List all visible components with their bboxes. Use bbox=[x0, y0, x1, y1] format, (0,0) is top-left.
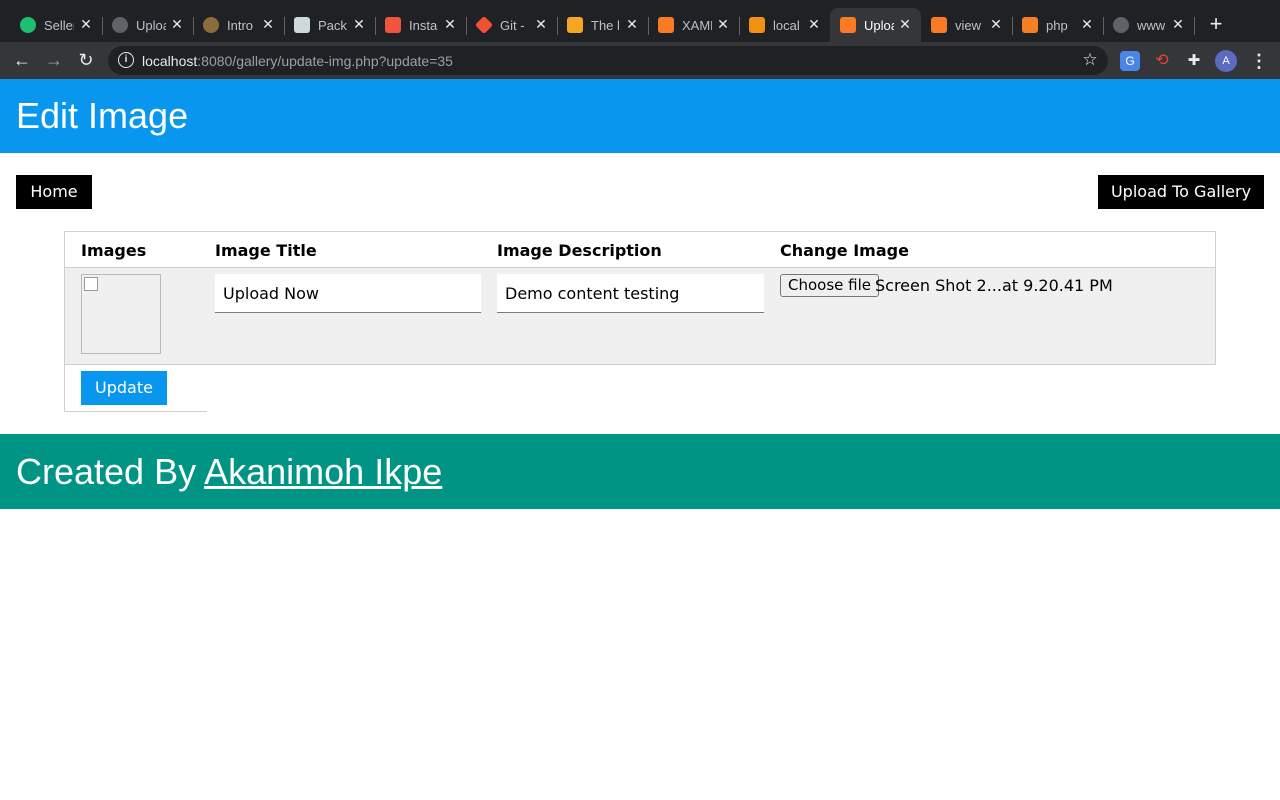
reload-icon[interactable]: ↻ bbox=[76, 50, 96, 70]
browser-tab[interactable]: The l ✕ bbox=[557, 8, 649, 42]
close-icon[interactable]: ✕ bbox=[1170, 16, 1186, 32]
browser-tab[interactable]: www ✕ bbox=[1103, 8, 1195, 42]
broken-image-icon bbox=[84, 277, 98, 291]
tab-divider bbox=[1194, 17, 1195, 35]
image-title-input[interactable]: Upload Now bbox=[215, 274, 481, 313]
close-icon[interactable]: ✕ bbox=[260, 16, 276, 32]
choose-file-button[interactable]: Choose file bbox=[780, 274, 879, 297]
header-image-title: Image Title bbox=[215, 241, 317, 260]
browser-tab-strip: Seller ✕ Uploa ✕ Intro ✕ Pack ✕ Insta ✕ … bbox=[0, 0, 1280, 42]
browser-tab[interactable]: php ✕ bbox=[1012, 8, 1104, 42]
tab-title: www bbox=[1137, 17, 1166, 33]
close-icon[interactable]: ✕ bbox=[169, 16, 185, 32]
fiverr-icon bbox=[20, 17, 36, 33]
browser-tab[interactable]: Intro ✕ bbox=[193, 8, 285, 42]
xampp-icon bbox=[840, 17, 856, 33]
xampp-icon bbox=[658, 17, 674, 33]
bookmark-star-icon[interactable]: ☆ bbox=[1080, 50, 1100, 70]
close-icon[interactable]: ✕ bbox=[988, 16, 1004, 32]
tab-title: php bbox=[1046, 17, 1068, 33]
stackoverflow-icon bbox=[1022, 17, 1038, 33]
url-host: localhost bbox=[142, 53, 198, 69]
browser-tab[interactable]: Pack ✕ bbox=[284, 8, 376, 42]
address-url: localhost:8080/gallery/update-img.php?up… bbox=[142, 53, 453, 69]
update-cell: Update bbox=[64, 365, 207, 412]
browser-tab[interactable]: Seller ✕ bbox=[10, 8, 103, 42]
close-icon[interactable]: ✕ bbox=[442, 16, 458, 32]
beer-icon bbox=[567, 17, 583, 33]
update-button[interactable]: Update bbox=[81, 371, 167, 405]
footer-credit: Created By Akanimoh Ikpe bbox=[16, 451, 442, 493]
tab-title: XAMPP bbox=[682, 17, 712, 33]
footer-prefix: Created By bbox=[16, 451, 205, 492]
tab-title: Git - bbox=[500, 17, 525, 33]
page-footer: Created By Akanimoh Ikpe bbox=[0, 434, 1280, 509]
page-header: Edit Image bbox=[0, 79, 1280, 153]
header-image-description: Image Description bbox=[497, 241, 662, 260]
tab-title: Uploa bbox=[136, 17, 166, 33]
tab-title: Seller bbox=[44, 17, 74, 33]
sync-extension-icon[interactable]: ⟲ bbox=[1152, 51, 1172, 71]
close-icon[interactable]: ✕ bbox=[715, 16, 731, 32]
header-images: Images bbox=[81, 241, 147, 260]
xampp-icon bbox=[931, 17, 947, 33]
close-icon[interactable]: ✕ bbox=[78, 16, 94, 32]
tab-title: Intro bbox=[227, 17, 254, 33]
close-icon[interactable]: ✕ bbox=[533, 16, 549, 32]
home-button[interactable]: Home bbox=[16, 175, 92, 209]
browser-tab[interactable]: view ✕ bbox=[921, 8, 1013, 42]
git-icon bbox=[474, 15, 494, 35]
tab-title: local bbox=[773, 17, 800, 33]
browser-tab[interactable]: XAMPP ✕ bbox=[648, 8, 740, 42]
tab-title: The l bbox=[591, 17, 620, 33]
browser-toolbar: ← → ↻ i localhost:8080/gallery/update-im… bbox=[0, 42, 1280, 79]
url-path: :8080/gallery/update-img.php?update=35 bbox=[197, 53, 453, 69]
header-change-image: Change Image bbox=[780, 241, 909, 260]
globe-icon bbox=[1113, 17, 1129, 33]
browser-tab[interactable]: Insta ✕ bbox=[375, 8, 467, 42]
tab-title: view bbox=[955, 17, 982, 33]
close-icon[interactable]: ✕ bbox=[897, 16, 913, 32]
upload-to-gallery-button[interactable]: Upload To Gallery bbox=[1098, 175, 1264, 209]
author-link[interactable]: Akanimoh Ikpe bbox=[204, 451, 442, 492]
browser-tab-active[interactable]: Uploa ✕ bbox=[830, 8, 921, 42]
close-icon[interactable]: ✕ bbox=[806, 16, 822, 32]
back-arrow-icon[interactable]: ← bbox=[12, 50, 32, 70]
table-row: Upload Now Demo content testing Choose f… bbox=[65, 267, 1215, 364]
close-icon[interactable]: ✕ bbox=[1079, 16, 1095, 32]
browser-tab[interactable]: Git - ✕ bbox=[466, 8, 558, 42]
browser-tab[interactable]: local ✕ bbox=[739, 8, 830, 42]
image-thumbnail bbox=[81, 274, 161, 354]
selected-file-name: Screen Shot 2...at 9.20.41 PM bbox=[875, 276, 1113, 295]
tab-title: Insta bbox=[409, 17, 438, 33]
package-icon bbox=[294, 17, 310, 33]
globe-icon bbox=[112, 17, 128, 33]
image-description-input[interactable]: Demo content testing bbox=[497, 274, 764, 313]
address-bar[interactable]: i localhost:8080/gallery/update-img.php?… bbox=[108, 46, 1108, 75]
close-icon[interactable]: ✕ bbox=[351, 16, 367, 32]
info-icon[interactable]: i bbox=[118, 52, 134, 68]
new-tab-icon[interactable]: + bbox=[1206, 13, 1226, 35]
google-translate-icon[interactable]: G bbox=[1120, 51, 1140, 71]
close-icon[interactable]: ✕ bbox=[624, 16, 640, 32]
extensions-puzzle-icon[interactable]: ✚ bbox=[1184, 51, 1204, 71]
forward-arrow-icon[interactable]: → bbox=[44, 50, 64, 70]
tab-title: Pack bbox=[318, 17, 347, 33]
edit-image-table: Images Image Title Image Description Cha… bbox=[64, 231, 1216, 365]
laravel-icon bbox=[385, 17, 401, 33]
browser-tab[interactable]: Uploa ✕ bbox=[102, 8, 194, 42]
phpmyadmin-icon bbox=[749, 17, 765, 33]
menu-kebab-icon[interactable]: ⋮ bbox=[1250, 50, 1268, 72]
avatar-icon bbox=[203, 17, 219, 33]
tab-title: Uploa bbox=[864, 17, 894, 33]
page-title: Edit Image bbox=[16, 95, 189, 136]
profile-avatar[interactable]: A bbox=[1215, 50, 1237, 72]
